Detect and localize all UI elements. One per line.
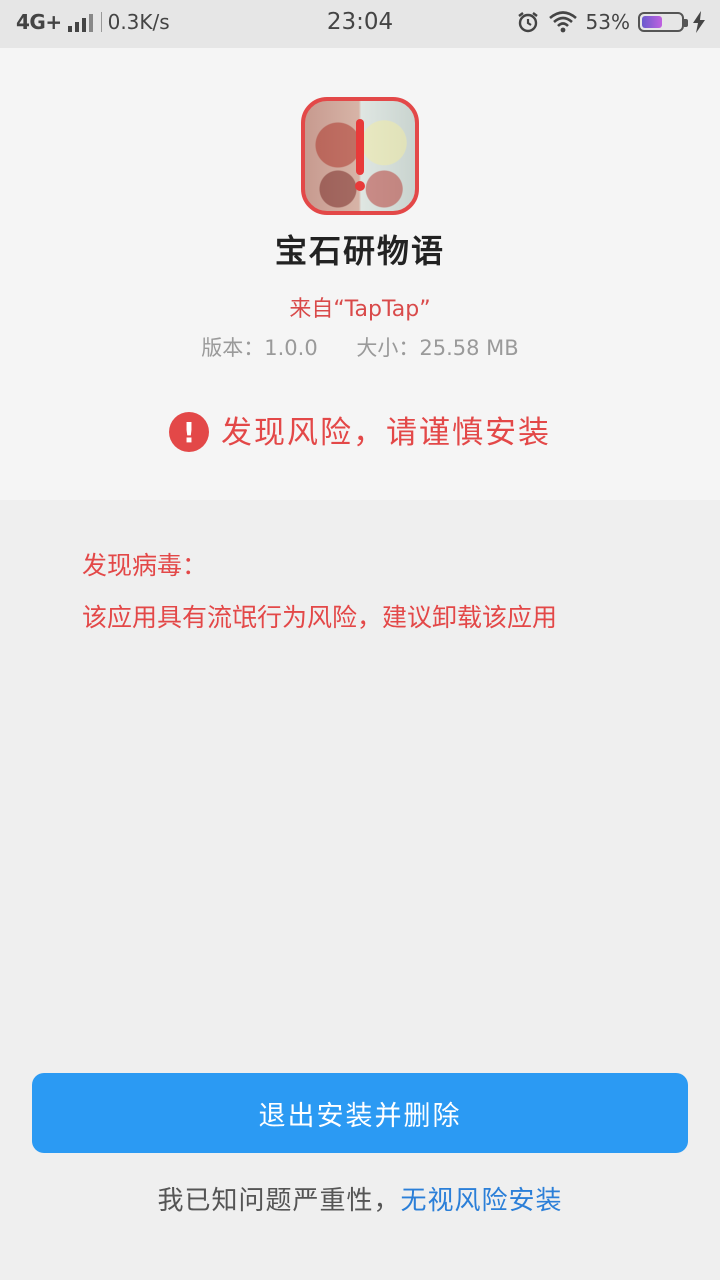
battery-level: [642, 16, 663, 28]
install-risk-screen: 4G+ 0.3K/s 23:04 53% 宝石研物语 来自“TapTap” 版本…: [0, 0, 720, 1280]
battery-icon: [638, 12, 688, 32]
charging-icon: [693, 11, 705, 33]
risk-warning: ! 发现风险，请谨慎安装: [0, 406, 720, 452]
exit-and-delete-button[interactable]: 退出安装并删除: [32, 1073, 688, 1153]
virus-title: 发现病毒：: [82, 551, 208, 580]
app-version: 版本：1.0.0: [201, 336, 318, 360]
wifi-icon: [548, 11, 577, 33]
app-icon-warning-dot: [355, 181, 365, 191]
virus-details: 发现病毒： 该应用具有流氓行为风险，建议卸载该应用: [82, 546, 682, 634]
virus-description: 该应用具有流氓行为风险，建议卸载该应用: [82, 603, 558, 632]
battery-percent: 53%: [585, 10, 630, 34]
app-meta: 版本：1.0.0 大小：25.58 MB: [0, 332, 720, 362]
ignore-risk-row: 我已知问题严重性，无视风险安装: [0, 1180, 720, 1217]
status-right: 53%: [516, 10, 706, 34]
status-bar: 4G+ 0.3K/s 23:04 53%: [0, 0, 720, 48]
app-info-panel: 宝石研物语 来自“TapTap” 版本：1.0.0 大小：25.58 MB ! …: [0, 48, 720, 500]
app-icon: [301, 97, 419, 215]
app-icon-warning-mark: [356, 119, 364, 175]
app-name: 宝石研物语: [274, 232, 445, 270]
app-source: 来自“TapTap”: [289, 297, 431, 322]
ignore-risk-install-link[interactable]: 无视风险安装: [401, 1186, 563, 1216]
app-size: 大小：25.58 MB: [356, 336, 519, 360]
alarm-icon: [517, 12, 538, 33]
warning-icon: !: [169, 412, 209, 452]
risk-warning-text: 发现风险，请谨慎安装: [221, 414, 551, 451]
ignore-risk-prefix: 我已知问题严重性，: [157, 1186, 401, 1216]
